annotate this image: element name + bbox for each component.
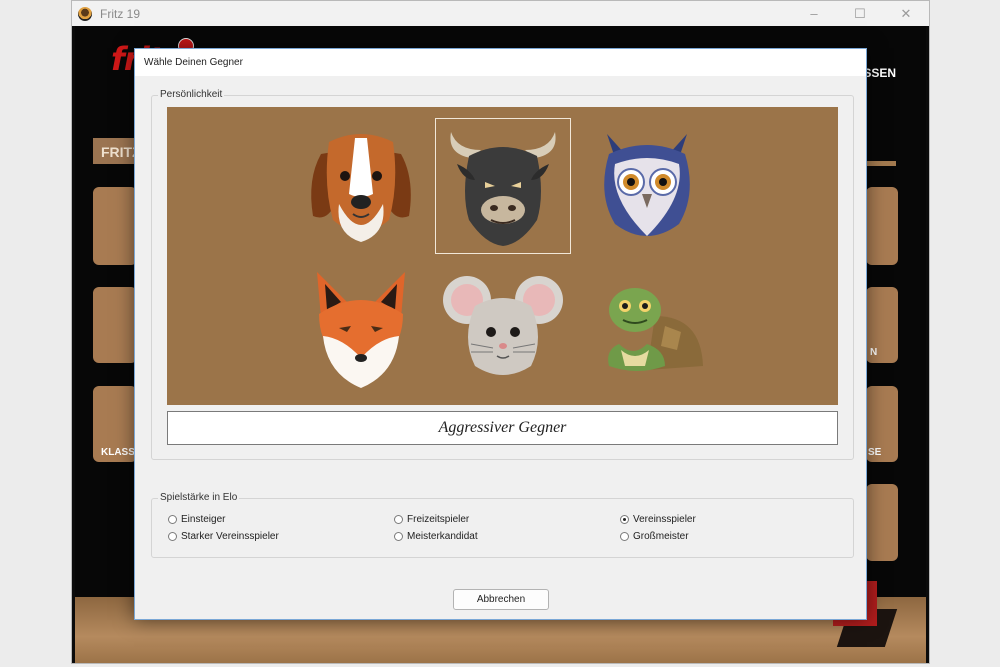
radio-freizeitspieler[interactable]: Freizeitspieler (394, 514, 469, 525)
radio-starker-vereinsspieler[interactable]: Starker Vereinsspieler (168, 531, 279, 542)
dialog-title: Wähle Deinen Gegner (135, 49, 866, 76)
tile-label-left: KLASS (101, 447, 135, 458)
radio-grossmeister[interactable]: Großmeister (620, 531, 689, 542)
opponent-mouse[interactable] (435, 260, 571, 396)
cancel-button[interactable]: Abbrechen (453, 589, 549, 610)
tile-label-right-2: N (870, 347, 878, 358)
menu-tile-left-1[interactable] (93, 187, 137, 265)
fritz-tab[interactable]: FRITZ (93, 138, 141, 164)
radio-circle (168, 515, 177, 524)
radio-circle (168, 532, 177, 541)
radio-einsteiger[interactable]: Einsteiger (168, 514, 225, 525)
radio-label: Starker Vereinsspieler (181, 531, 279, 542)
radio-label: Großmeister (633, 531, 689, 542)
opponent-dialog: Wähle Deinen Gegner Persönlichkeit Aggre… (134, 48, 867, 620)
app-title: Fritz 19 (100, 6, 141, 21)
window-controls: – ☐ ✕ (791, 1, 929, 26)
fritz-app-icon (78, 6, 92, 21)
tile-label-right-3: SE (868, 447, 882, 458)
close-button[interactable]: ✕ (883, 1, 929, 26)
beagle-dog-icon (311, 134, 411, 242)
turtle-icon (608, 288, 703, 371)
radio-label: Meisterkandidat (407, 531, 478, 542)
menu-tile-right-1[interactable] (866, 187, 898, 265)
opponent-beagle[interactable] (293, 118, 429, 254)
radio-meisterkandidat[interactable]: Meisterkandidat (394, 531, 478, 542)
personality-group-label: Persönlichkeit (158, 89, 225, 100)
fox-icon (317, 272, 405, 388)
menu-tile-right-4[interactable] (866, 484, 898, 561)
opponent-bull[interactable] (435, 118, 571, 254)
radio-circle-selected (620, 515, 629, 524)
radio-circle (394, 532, 403, 541)
personality-panel (167, 107, 838, 405)
mouse-icon (443, 276, 563, 375)
strength-group: Spielstärke in Elo (151, 492, 854, 558)
radio-vereinsspieler[interactable]: Vereinsspieler (620, 514, 696, 525)
personality-description: Aggressiver Gegner (167, 411, 838, 445)
opponent-fox[interactable] (293, 260, 429, 396)
strength-group-label: Spielstärke in Elo (158, 492, 240, 503)
radio-label: Einsteiger (181, 514, 226, 525)
menu-underline (864, 161, 896, 166)
bull-icon (450, 132, 556, 246)
menu-tile-left-2[interactable] (93, 287, 137, 363)
owl-icon (604, 134, 690, 236)
opponent-owl[interactable] (579, 118, 715, 254)
radio-label: Vereinsspieler (633, 514, 696, 525)
radio-circle (620, 532, 629, 541)
radio-circle (394, 515, 403, 524)
radio-label: Freizeitspieler (407, 514, 470, 525)
opponent-turtle[interactable] (579, 260, 715, 396)
maximize-button[interactable]: ☐ (837, 1, 883, 26)
app-titlebar: Fritz 19 – ☐ ✕ (72, 1, 929, 26)
minimize-button[interactable]: – (791, 1, 837, 26)
